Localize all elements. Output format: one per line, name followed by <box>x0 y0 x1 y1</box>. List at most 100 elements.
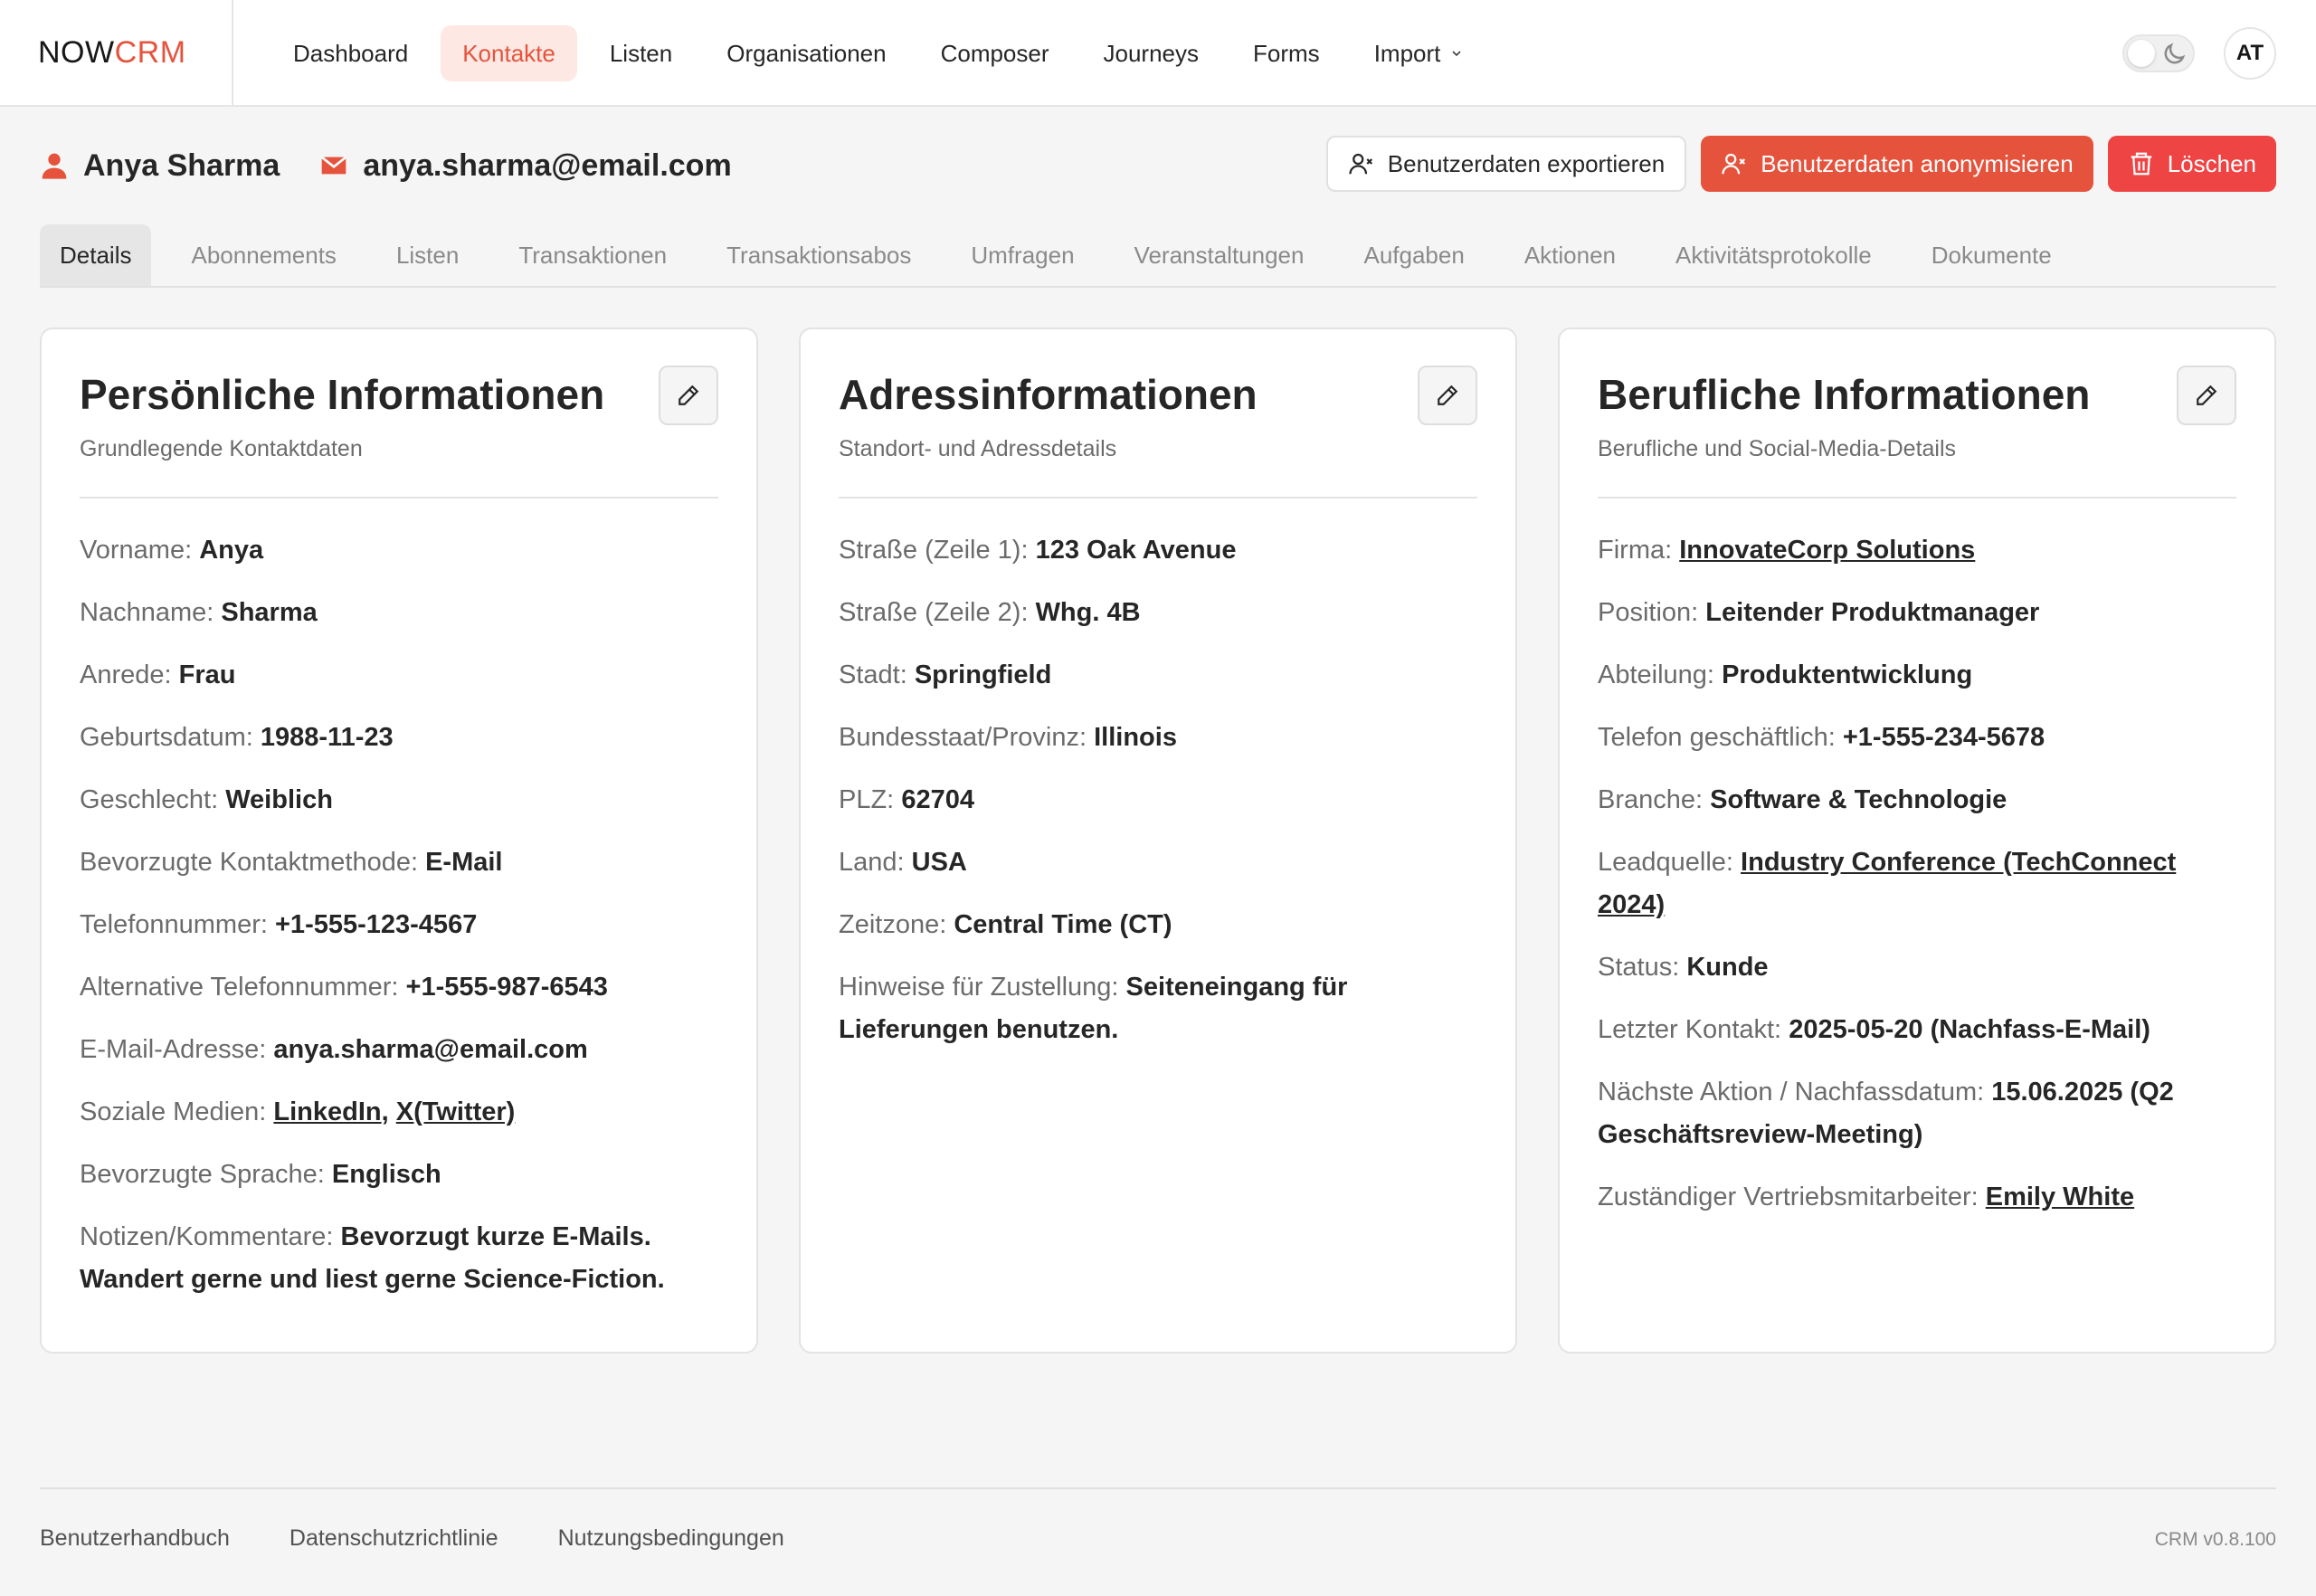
export-user-data-label: Benutzerdaten exportieren <box>1387 149 1666 177</box>
main-nav: Dashboard Kontakte Listen Organisationen… <box>271 25 1485 81</box>
app-version: CRM v0.8.100 <box>2154 1529 2276 1550</box>
edit-professional-info-button[interactable] <box>2177 366 2236 425</box>
pencil-icon <box>2197 385 2217 405</box>
field-row: Status: Kunde <box>1598 946 2236 989</box>
field-label: Hinweise für Zustellung: <box>839 973 1119 1002</box>
tab-listen[interactable]: Listen <box>376 224 479 286</box>
tab-aktionen[interactable]: Aktionen <box>1504 224 1636 286</box>
field-row: Alternative Telefonnummer: +1-555-987-65… <box>80 966 718 1009</box>
contact-header: Anya Sharma anya.sharma@email.com <box>40 134 732 197</box>
field-label: Bevorzugte Sprache: <box>80 1160 325 1189</box>
edit-personal-info-button[interactable] <box>659 366 718 425</box>
address-info-fields: Straße (Zeile 1): 123 Oak Avenue Straße (… <box>839 529 1477 1051</box>
footer-link-user-manual[interactable]: Benutzerhandbuch <box>40 1525 230 1552</box>
field-row: Anrede: Frau <box>80 654 718 697</box>
field-label: Alternative Telefonnummer: <box>80 973 399 1002</box>
nav-item-import[interactable]: Import <box>1353 25 1486 81</box>
card-divider <box>1598 497 2236 499</box>
field-value: 1988-11-23 <box>260 723 394 752</box>
field-label: Status: <box>1598 953 1680 982</box>
field-value: Weiblich <box>225 785 333 814</box>
field-value-link[interactable]: Emily White <box>1986 1183 2134 1211</box>
user-x-icon <box>1722 153 1746 175</box>
tab-aufgaben[interactable]: Aufgaben <box>1343 224 1484 286</box>
card-title: Berufliche Informationen <box>1598 371 2091 418</box>
nav-item-forms[interactable]: Forms <box>1231 25 1342 81</box>
footer-link-terms-of-use[interactable]: Nutzungsbedingungen <box>558 1525 784 1552</box>
field-label: Zuständiger Vertriebsmitarbeiter: <box>1598 1183 1979 1211</box>
tab-veranstaltungen[interactable]: Veranstaltungen <box>1115 224 1324 286</box>
field-label: Position: <box>1598 598 1699 627</box>
field-row: Stadt: Springfield <box>839 654 1477 697</box>
field-row: Leadquelle: Industry Conference (TechCon… <box>1598 841 2236 926</box>
field-label: Bundesstaat/Provinz: <box>839 723 1087 752</box>
brand-logo[interactable]: NOW CRM <box>0 0 233 105</box>
field-value-link[interactable]: X(Twitter) <box>396 1097 516 1126</box>
tab-umfragen[interactable]: Umfragen <box>951 224 1094 286</box>
export-user-data-button[interactable]: Benutzerdaten exportieren <box>1325 136 1687 192</box>
card-divider <box>839 497 1477 499</box>
edit-address-info-button[interactable] <box>1418 366 1477 425</box>
field-row: Firma: InnovateCorp Solutions <box>1598 529 2236 572</box>
field-label: Letzter Kontakt: <box>1598 1015 1782 1044</box>
nav-item-kontakte[interactable]: Kontakte <box>441 25 577 81</box>
field-value: E-Mail <box>425 848 503 877</box>
field-value: Frau <box>178 660 236 689</box>
top-navigation-bar: NOW CRM Dashboard Kontakte Listen Organis… <box>0 0 2316 107</box>
field-row: Bevorzugte Kontaktmethode: E-Mail <box>80 841 718 884</box>
professional-info-card: Berufliche Informationen Berufliche und … <box>1558 328 2276 1354</box>
anonymize-user-data-button[interactable]: Benutzerdaten anonymisieren <box>1701 136 2093 192</box>
personal-info-card: Persönliche Informationen Grundlegende K… <box>40 328 758 1354</box>
field-row: Notizen/Kommentare: Bevorzugt kurze E-Ma… <box>80 1216 718 1301</box>
field-value: USA <box>911 848 967 877</box>
tab-dokumente[interactable]: Dokumente <box>1912 224 2072 286</box>
field-value: 2025-05-20 (Nachfass-E-Mail) <box>1789 1015 2150 1044</box>
card-subtitle: Standort- und Adressdetails <box>839 436 1117 461</box>
field-label: Straße (Zeile 1): <box>839 536 1029 565</box>
user-x-icon <box>1349 153 1372 175</box>
tab-details[interactable]: Details <box>40 224 152 286</box>
tab-transaktionsabos[interactable]: Transaktionsabos <box>707 224 931 286</box>
field-row: Land: USA <box>839 841 1477 884</box>
nav-item-journeys[interactable]: Journeys <box>1082 25 1221 81</box>
field-value: +1-555-123-4567 <box>275 910 478 939</box>
field-row: Geschlecht: Weiblich <box>80 779 718 822</box>
theme-toggle[interactable] <box>2122 34 2195 72</box>
field-label: Notizen/Kommentare: <box>80 1222 334 1251</box>
address-info-card: Adressinformationen Standort- und Adress… <box>799 328 1517 1354</box>
delete-button[interactable]: Löschen <box>2107 136 2276 192</box>
field-row: Soziale Medien: LinkedIn, X(Twitter) <box>80 1097 516 1126</box>
field-value-link[interactable]: InnovateCorp Solutions <box>1679 536 1975 565</box>
field-label: Abteilung: <box>1598 660 1714 689</box>
field-label: Nachname: <box>80 598 214 627</box>
footer-link-privacy-policy[interactable]: Datenschutzrichtlinie <box>290 1525 498 1552</box>
field-value: +1-555-234-5678 <box>1842 723 2045 752</box>
field-label: Firma: <box>1598 536 1673 565</box>
field-label: Soziale Medien: <box>80 1097 267 1126</box>
contact-actions: Benutzerdaten exportieren Benutzerdaten … <box>1325 136 2276 192</box>
tab-aktivitaetsprotokolle[interactable]: Aktivitätsprotokolle <box>1656 224 1892 286</box>
chevron-down-icon <box>1452 51 1461 57</box>
field-label: Stadt: <box>839 660 907 689</box>
nav-item-composer[interactable]: Composer <box>919 25 1071 81</box>
field-row: Abteilung: Produktentwicklung <box>1598 654 2236 697</box>
field-label: Zeitzone: <box>839 910 947 939</box>
field-value-link[interactable]: LinkedIn <box>273 1097 381 1126</box>
field-value: Software & Technologie <box>1710 785 2008 814</box>
field-label: E-Mail-Adresse: <box>80 1035 267 1064</box>
footer-divider <box>40 1487 2276 1489</box>
field-row: Nachname: Sharma <box>80 592 718 634</box>
tab-abonnements[interactable]: Abonnements <box>171 224 356 286</box>
professional-info-fields: Firma: InnovateCorp Solutions Position: L… <box>1598 529 2236 1219</box>
nav-item-organisationen[interactable]: Organisationen <box>705 25 907 81</box>
nav-item-listen[interactable]: Listen <box>588 25 694 81</box>
field-row: Telefon geschäftlich: +1-555-234-5678 <box>1598 717 2236 759</box>
brand-logo-part2: CRM <box>114 34 186 70</box>
field-row: Zeitzone: Central Time (CT) <box>839 904 1477 946</box>
moon-icon <box>2164 43 2186 64</box>
field-row: Nächste Aktion / Nachfassdatum: 15.06.20… <box>1598 1071 2236 1156</box>
nav-item-dashboard[interactable]: Dashboard <box>271 25 430 81</box>
user-avatar[interactable]: AT <box>2224 27 2276 80</box>
person-icon <box>42 153 67 179</box>
tab-transaktionen[interactable]: Transaktionen <box>498 224 687 286</box>
